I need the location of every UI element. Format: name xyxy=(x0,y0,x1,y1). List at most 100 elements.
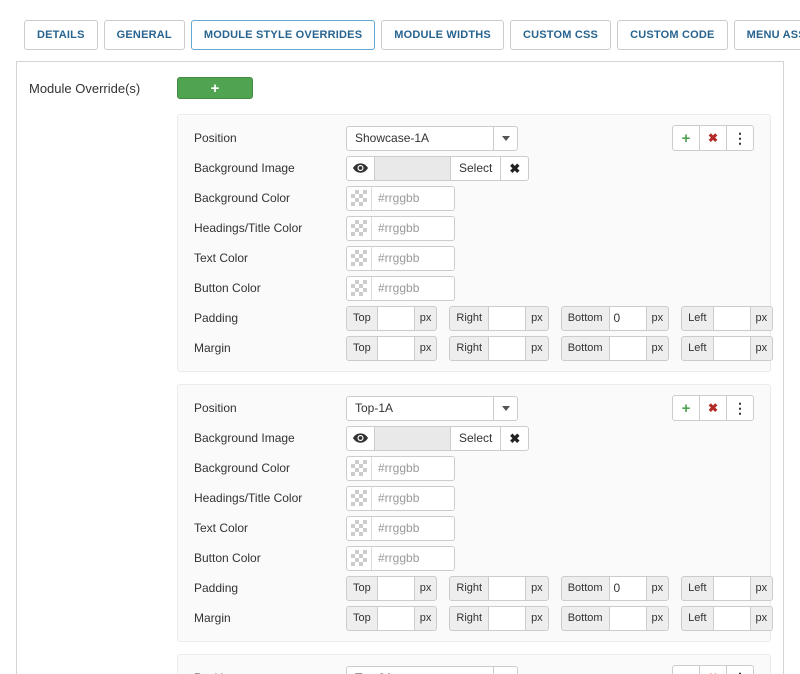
remove-block-button[interactable]: ✖ xyxy=(699,125,727,151)
unit-label: Top xyxy=(346,606,378,631)
unit-suffix: px xyxy=(646,606,670,631)
overrides-panel: Module Override(s) + Position Showcase-1… xyxy=(16,61,784,674)
margin-bottom-input[interactable] xyxy=(610,336,646,361)
clear-icon: ✖ xyxy=(509,162,520,175)
position-select[interactable]: Top-1A xyxy=(346,396,518,421)
checkerboard-icon xyxy=(351,280,367,296)
add-override-button[interactable]: + xyxy=(177,77,253,99)
background-image-label: Background Image xyxy=(194,161,346,175)
position-row: Position Top-2A + ✖ ⋮ xyxy=(194,666,754,674)
eye-icon xyxy=(353,163,368,173)
padding-left-input[interactable] xyxy=(714,576,750,601)
background-color-row: Background Color xyxy=(194,456,754,480)
margin-top-input[interactable] xyxy=(378,336,414,361)
button-color-label: Button Color xyxy=(194,551,346,565)
background-image-input[interactable] xyxy=(375,426,451,451)
button-color-input[interactable] xyxy=(372,277,454,300)
headings-title-color-input[interactable] xyxy=(372,217,454,240)
chevron-down-icon[interactable] xyxy=(493,397,517,420)
drag-handle-button[interactable]: ⋮ xyxy=(726,125,754,151)
drag-handle-button[interactable]: ⋮ xyxy=(726,395,754,421)
add-block-button[interactable]: + xyxy=(672,665,700,674)
headings-title-color-label: Headings/Title Color xyxy=(194,221,346,235)
color-input-group xyxy=(346,546,455,571)
preview-image-button[interactable] xyxy=(346,156,375,181)
margin-top-group: Top px xyxy=(346,606,437,631)
margin-top-input[interactable] xyxy=(378,606,414,631)
remove-block-button[interactable]: ✖ xyxy=(699,395,727,421)
tab-custom-css[interactable]: CUSTOM CSS xyxy=(510,20,611,50)
block-actions: + ✖ ⋮ xyxy=(672,125,754,151)
margin-bottom-input[interactable] xyxy=(610,606,646,631)
tab-module-widths[interactable]: MODULE WIDTHS xyxy=(381,20,504,50)
margin-right-input[interactable] xyxy=(489,606,525,631)
headings-title-color-input[interactable] xyxy=(372,487,454,510)
select-image-button[interactable]: Select xyxy=(451,426,501,451)
margin-left-group: Left px xyxy=(681,336,773,361)
unit-label: Left xyxy=(681,336,713,361)
unit-label: Bottom xyxy=(561,306,610,331)
clear-icon: ✖ xyxy=(509,432,520,445)
unit-label: Right xyxy=(449,306,489,331)
padding-control: Top px Right px Bottom px Left p xyxy=(346,306,785,331)
remove-block-button[interactable]: ✖ xyxy=(699,665,727,674)
select-image-button[interactable]: Select xyxy=(451,156,501,181)
button-color-control xyxy=(346,546,754,571)
padding-bottom-input[interactable] xyxy=(610,306,646,331)
padding-top-group: Top px xyxy=(346,576,437,601)
background-color-label: Background Color xyxy=(194,191,346,205)
background-color-input[interactable] xyxy=(372,187,454,210)
tab-custom-code[interactable]: CUSTOM CODE xyxy=(617,20,728,50)
tab-module-style-overrides[interactable]: MODULE STYLE OVERRIDES xyxy=(191,20,375,50)
add-block-button[interactable]: + xyxy=(672,125,700,151)
unit-suffix: px xyxy=(646,336,670,361)
padding-right-group: Right px xyxy=(449,306,548,331)
button-color-row: Button Color xyxy=(194,546,754,570)
tab-menu-assignment[interactable]: MENU ASSIGNMENT xyxy=(734,20,800,50)
color-input-group xyxy=(346,246,455,271)
button-color-control xyxy=(346,276,754,301)
position-select[interactable]: Showcase-1A xyxy=(346,126,518,151)
tab-details[interactable]: DETAILS xyxy=(24,20,98,50)
margin-left-input[interactable] xyxy=(714,606,750,631)
padding-top-input[interactable] xyxy=(378,306,414,331)
chevron-down-icon[interactable] xyxy=(493,667,517,674)
color-input-group xyxy=(346,516,455,541)
clear-image-button[interactable]: ✖ xyxy=(501,426,529,451)
position-control: Showcase-1A + ✖ ⋮ xyxy=(346,125,754,151)
text-color-input[interactable] xyxy=(372,247,454,270)
padding-top-input[interactable] xyxy=(378,576,414,601)
clear-image-button[interactable]: ✖ xyxy=(501,156,529,181)
padding-right-input[interactable] xyxy=(489,306,525,331)
padding-bottom-input[interactable] xyxy=(610,576,646,601)
position-select[interactable]: Top-2A xyxy=(346,666,518,674)
position-control: Top-2A + ✖ ⋮ xyxy=(346,665,754,674)
position-select-value: Top-1A xyxy=(347,401,493,415)
padding-right-input[interactable] xyxy=(489,576,525,601)
margin-bottom-group: Bottom px xyxy=(561,336,669,361)
preview-image-button[interactable] xyxy=(346,426,375,451)
text-color-row: Text Color xyxy=(194,516,754,540)
background-image-input[interactable] xyxy=(375,156,451,181)
margin-left-input[interactable] xyxy=(714,336,750,361)
unit-label: Top xyxy=(346,336,378,361)
padding-left-input[interactable] xyxy=(714,306,750,331)
padding-bottom-group: Bottom px xyxy=(561,576,669,601)
background-color-input[interactable] xyxy=(372,457,454,480)
margin-label: Margin xyxy=(194,341,346,355)
position-select-value: Showcase-1A xyxy=(347,131,493,145)
padding-control: Top px Right px Bottom px Left p xyxy=(346,576,785,601)
unit-suffix: px xyxy=(525,336,549,361)
drag-handle-button[interactable]: ⋮ xyxy=(726,665,754,674)
button-color-input[interactable] xyxy=(372,547,454,570)
chevron-down-icon[interactable] xyxy=(493,127,517,150)
unit-label: Bottom xyxy=(561,336,610,361)
text-color-input[interactable] xyxy=(372,517,454,540)
background-image-control: Select ✖ xyxy=(346,426,754,451)
tab-general[interactable]: GENERAL xyxy=(104,20,185,50)
checkerboard-icon xyxy=(351,490,367,506)
transparency-swatch xyxy=(347,517,372,540)
margin-right-input[interactable] xyxy=(489,336,525,361)
add-block-button[interactable]: + xyxy=(672,395,700,421)
padding-left-group: Left px xyxy=(681,306,773,331)
